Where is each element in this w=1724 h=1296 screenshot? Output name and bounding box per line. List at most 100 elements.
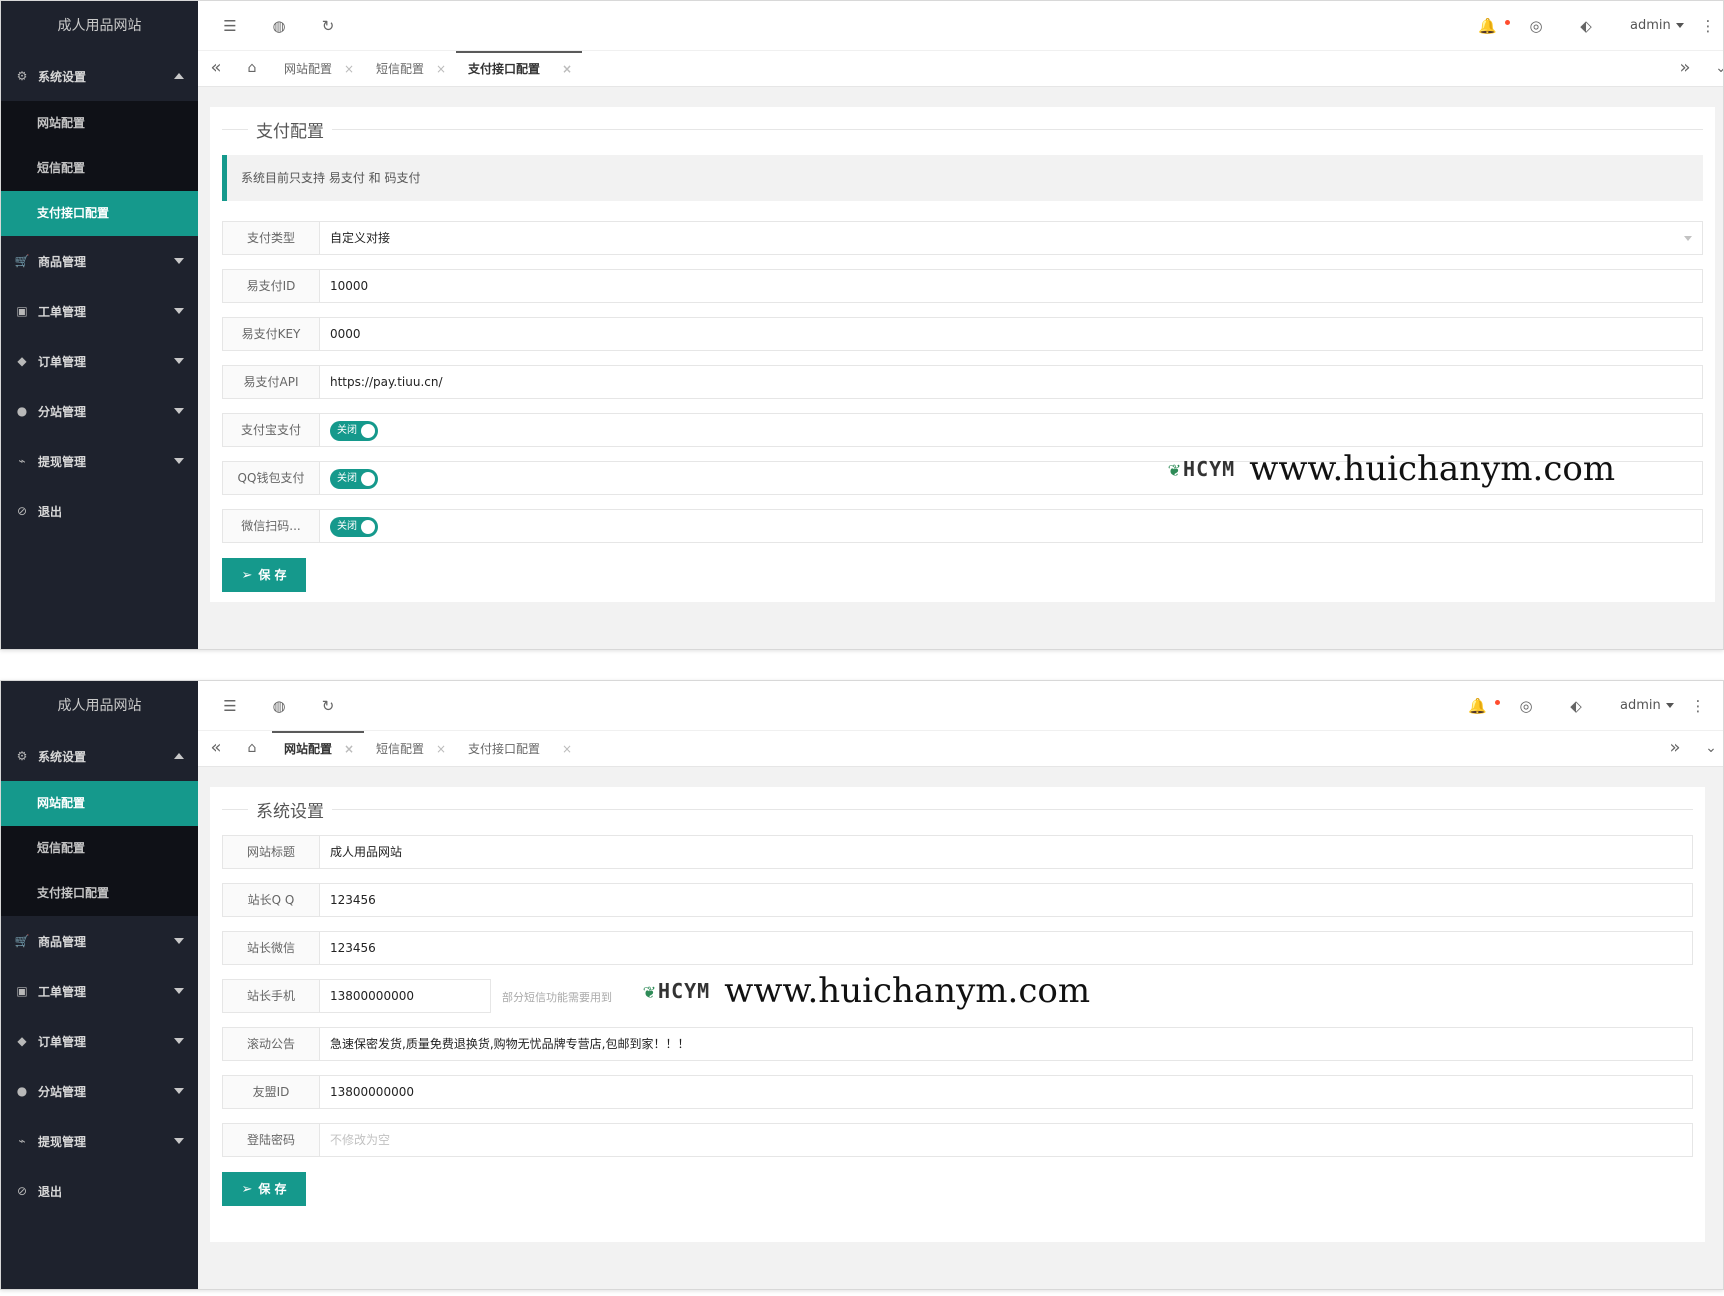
menu-label: 订单管理 <box>38 354 87 369</box>
menu-system-settings[interactable]: ⚙ 系统设置 <box>1 51 198 101</box>
menu-withdraw[interactable]: ⌁ 提现管理 <box>1 1116 198 1166</box>
tab-sms-config[interactable]: 短信配置 × <box>364 51 456 87</box>
double-right-icon[interactable]: » <box>1657 731 1693 767</box>
alipay-toggle[interactable]: 关闭 <box>330 421 378 441</box>
field-label: 登陆密码 <box>223 1124 320 1156</box>
refresh-icon[interactable]: ↻ <box>320 18 336 34</box>
field-admin-wechat: 站长微信 123456 <box>222 931 1693 965</box>
caret-down-icon <box>174 938 184 944</box>
menu-logout[interactable]: ⊘ 退出 <box>1 1166 198 1216</box>
menu-goods[interactable]: 🛒 商品管理 <box>1 236 198 286</box>
scroll-notice-input[interactable]: 急速保密发货,质量免费退换货,购物无忧品牌专营店,包邮到家！！！ <box>320 1028 1692 1060</box>
chevron-down-icon[interactable]: ⌄ <box>1703 51 1723 87</box>
menu-substations[interactable]: ● 分站管理 <box>1 1066 198 1116</box>
close-icon[interactable]: × <box>436 731 446 767</box>
pay-type-select[interactable]: 自定义对接 <box>320 222 1702 254</box>
wechat-toggle[interactable]: 关闭 <box>330 517 378 537</box>
field-epay-key: 易支付KEY 0000 <box>222 317 1703 351</box>
admin-qq-input[interactable]: 123456 <box>320 884 1692 916</box>
menu-icon[interactable]: ☰ <box>222 698 238 714</box>
cart-icon: 🛒 <box>14 934 30 948</box>
epay-api-input[interactable]: https://pay.tiuu.cn/ <box>320 366 1702 398</box>
site-title-input[interactable]: 成人用品网站 <box>320 836 1692 868</box>
menu-system-settings[interactable]: ⚙ 系统设置 <box>1 731 198 781</box>
menu-sms-config[interactable]: 短信配置 <box>1 826 198 871</box>
more-icon[interactable]: ⋮ <box>1690 698 1706 714</box>
refresh-icon[interactable]: ↻ <box>320 698 336 714</box>
tab-payment-config[interactable]: 支付接口配置 × <box>456 51 582 87</box>
menu-logout[interactable]: ⊘ 退出 <box>1 486 198 536</box>
menu-substations[interactable]: ● 分站管理 <box>1 386 198 436</box>
menu-goods[interactable]: 🛒 商品管理 <box>1 916 198 966</box>
double-left-icon[interactable]: « <box>198 51 234 87</box>
chevron-down-icon[interactable]: ⌄ <box>1693 731 1723 767</box>
palette-icon[interactable]: ◎ <box>1518 698 1534 714</box>
bell-icon[interactable]: 🔔 <box>1468 698 1487 714</box>
user-menu[interactable]: admin <box>1630 18 1684 33</box>
tag-icon[interactable]: ⬖ <box>1568 698 1584 714</box>
menu-sms-config[interactable]: 短信配置 <box>1 146 198 191</box>
circle-icon: ● <box>16 1084 28 1098</box>
field-label: 站长Q Q <box>223 884 320 916</box>
umeng-id-input[interactable]: 13800000000 <box>320 1076 1692 1108</box>
palette-icon[interactable]: ◎ <box>1528 18 1544 34</box>
tab-site-config[interactable]: 网站配置 × <box>272 51 364 87</box>
close-icon[interactable]: × <box>562 53 572 85</box>
user-menu[interactable]: admin <box>1620 698 1674 713</box>
save-button[interactable]: ➢ 保 存 <box>222 558 306 592</box>
home-icon[interactable]: ⌂ <box>234 51 270 87</box>
menu-payment-config[interactable]: 支付接口配置 <box>1 191 198 236</box>
caret-down-icon <box>174 258 184 264</box>
bell-icon[interactable]: 🔔 <box>1478 18 1497 34</box>
epay-key-input[interactable]: 0000 <box>320 318 1702 350</box>
tab-payment-config[interactable]: 支付接口配置 × <box>456 731 582 767</box>
tab-site-config[interactable]: 网站配置 × <box>272 731 364 767</box>
menu-orders[interactable]: ◆ 订单管理 <box>1 336 198 386</box>
watermark-logo-text: HCYM <box>658 979 711 1003</box>
save-button[interactable]: ➢ 保 存 <box>222 1172 306 1206</box>
leaf-icon: ❦ <box>643 979 657 1003</box>
tab-bar: « ⌂ 网站配置 × 短信配置 × 支付接口配置 × » ⌄ <box>198 731 1723 767</box>
menu-tickets[interactable]: ▣ 工单管理 <box>1 966 198 1016</box>
menu-tickets[interactable]: ▣ 工单管理 <box>1 286 198 336</box>
site-logo: 成人用品网站 <box>1 681 198 731</box>
toggle-knob <box>361 472 375 486</box>
site-settings-card: 系统设置 网站标题 成人用品网站 站长Q Q 123456 站长微信 12345… <box>210 787 1705 1242</box>
double-left-icon[interactable]: « <box>198 731 234 767</box>
more-icon[interactable]: ⋮ <box>1700 18 1716 34</box>
tab-sms-config[interactable]: 短信配置 × <box>364 731 456 767</box>
username: admin <box>1630 18 1671 33</box>
leaf-icon: ❦ <box>1168 457 1182 481</box>
menu-label: 系统设置 <box>38 69 87 84</box>
tag-icon[interactable]: ⬖ <box>1578 18 1594 34</box>
double-right-icon[interactable]: » <box>1667 51 1703 87</box>
qqpay-toggle[interactable]: 关闭 <box>330 469 378 489</box>
close-icon[interactable]: × <box>344 51 354 87</box>
caret-down-icon <box>174 408 184 414</box>
menu-site-config[interactable]: 网站配置 <box>1 781 198 826</box>
home-icon[interactable]: ⌂ <box>234 731 270 767</box>
tab-label: 支付接口配置 <box>468 62 541 76</box>
close-icon[interactable]: × <box>344 733 354 765</box>
notice-box: 系统目前只支持 易支付 和 码支付 <box>222 155 1703 201</box>
send-icon: ➢ <box>241 1182 253 1197</box>
globe-icon[interactable]: ◍ <box>271 18 287 34</box>
globe-icon[interactable]: ◍ <box>271 698 287 714</box>
field-admin-phone: 站长手机 13800000000 <box>222 979 491 1013</box>
send-icon: ➢ <box>241 568 253 583</box>
admin-wechat-input[interactable]: 123456 <box>320 932 1692 964</box>
admin-phone-input[interactable]: 13800000000 <box>320 980 490 1012</box>
field-label: 微信扫码... <box>223 510 320 542</box>
epay-id-input[interactable]: 10000 <box>320 270 1702 302</box>
close-icon[interactable]: × <box>562 731 572 767</box>
menu-icon[interactable]: ☰ <box>222 18 238 34</box>
pulse-icon: ⌁ <box>18 454 26 468</box>
menu-site-config[interactable]: 网站配置 <box>1 101 198 146</box>
menu-withdraw[interactable]: ⌁ 提现管理 <box>1 436 198 486</box>
toggle-text: 关闭 <box>337 473 357 484</box>
menu-orders[interactable]: ◆ 订单管理 <box>1 1016 198 1066</box>
menu-payment-config[interactable]: 支付接口配置 <box>1 871 198 916</box>
menu-label: 退出 <box>38 504 63 519</box>
login-password-input[interactable]: 不修改为空 <box>320 1124 1692 1156</box>
close-icon[interactable]: × <box>436 51 446 87</box>
